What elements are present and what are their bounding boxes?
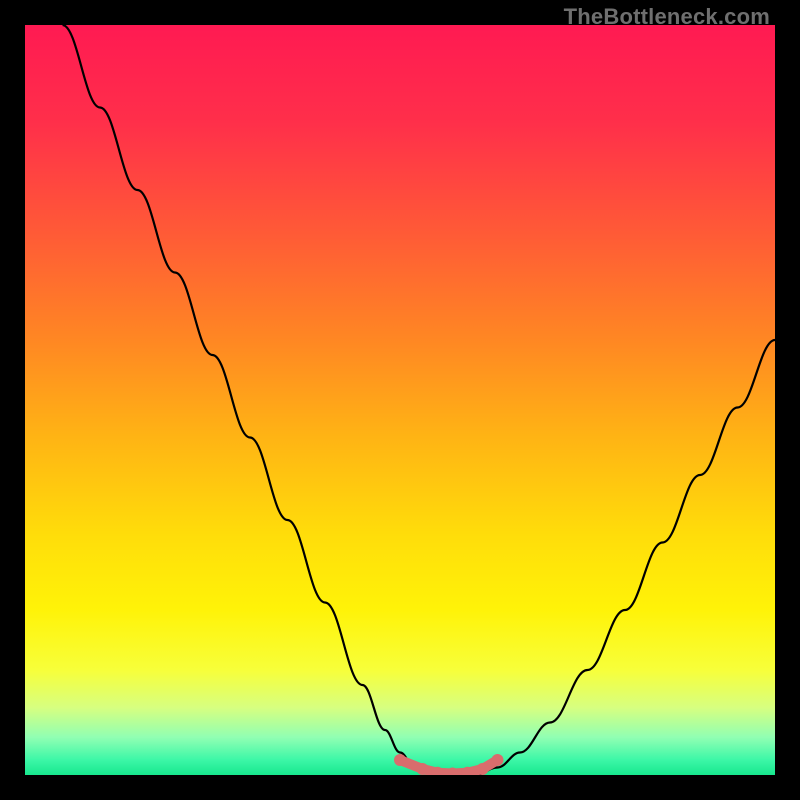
optimal-range-markers (394, 754, 504, 775)
watermark-text: TheBottleneck.com (564, 4, 770, 30)
bottleneck-curve (63, 25, 776, 775)
chart-frame (25, 25, 775, 775)
bottleneck-curve-svg (25, 25, 775, 775)
